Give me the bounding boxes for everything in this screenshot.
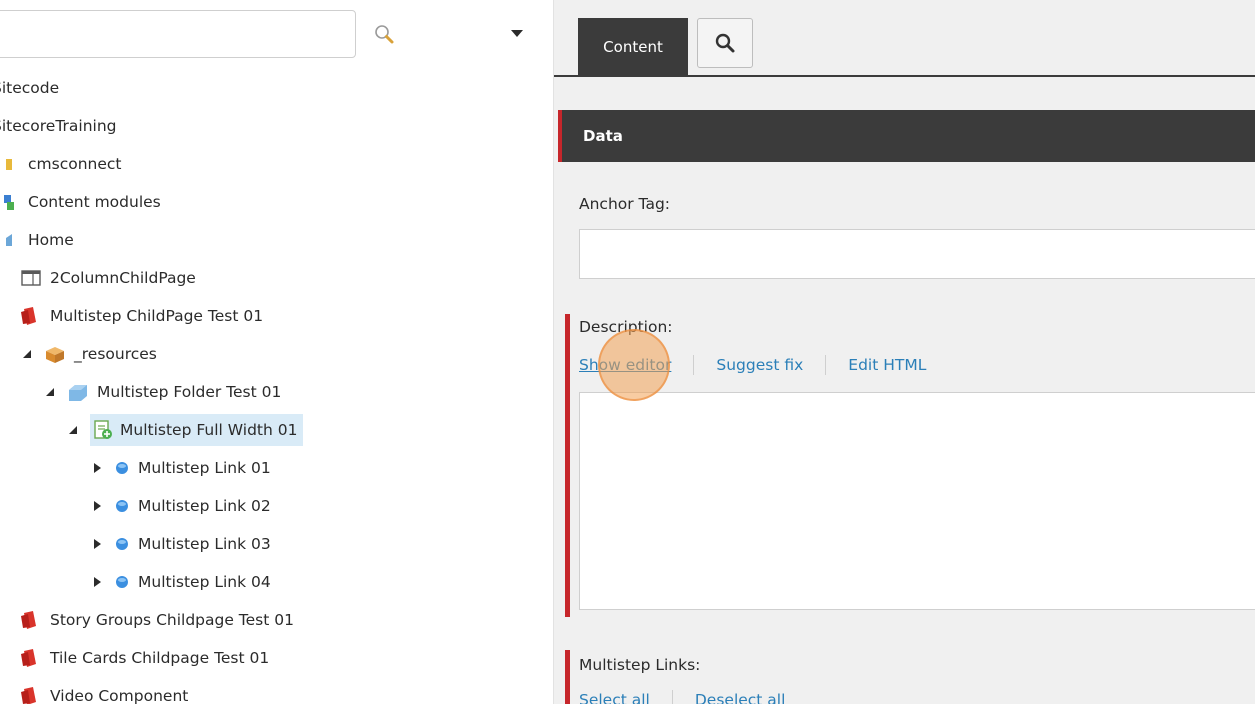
editor-tabbar: Content (554, 0, 1255, 77)
multistep-links-actions: Select all Deselect all (579, 690, 785, 704)
tree-item[interactable]: Multistep Link 02 (90, 491, 271, 521)
tree-item-label: Home (28, 231, 74, 249)
red-page-icon (20, 685, 42, 704)
tree-item-selected[interactable]: Multistep Full Width 01 (66, 413, 304, 447)
tree-item-label: Story Groups Childpage Test 01 (50, 611, 294, 629)
tree-search-input[interactable] (0, 10, 356, 58)
search-options-dropdown[interactable] (505, 22, 529, 46)
home-icon (4, 229, 16, 251)
separator (693, 355, 695, 375)
red-page-icon (20, 647, 42, 669)
expand-arrow-icon[interactable] (90, 462, 104, 474)
section-title: Data (583, 127, 623, 145)
tree-item[interactable]: Video Component (20, 681, 188, 704)
expand-arrow-icon[interactable] (90, 576, 104, 588)
tree-item[interactable]: Multistep Link 04 (90, 567, 271, 597)
tree-item[interactable]: Sitecode (0, 73, 59, 103)
tab-content-label: Content (603, 38, 663, 56)
tab-search[interactable] (697, 18, 753, 68)
deselect-all-link[interactable]: Deselect all (695, 691, 786, 704)
tree-item-label: Multistep Link 03 (138, 535, 271, 553)
collapse-arrow-icon[interactable] (66, 425, 80, 435)
show-editor-link[interactable]: Show editor (579, 356, 671, 374)
required-field-indicator (565, 314, 570, 617)
red-page-icon (20, 305, 42, 327)
anchor-tag-input[interactable] (579, 229, 1255, 279)
tree-item-label: Multistep Link 04 (138, 573, 271, 591)
content-tree-pane: Sitecode SitecoreTraining cmsconnect (0, 0, 553, 704)
tree-item[interactable]: cmsconnect (4, 149, 121, 179)
tree-item-label: Multistep Link 02 (138, 497, 271, 515)
tree-item[interactable]: _resources (20, 339, 157, 369)
tabbar-underline (554, 75, 1255, 77)
caret-down-icon (511, 30, 523, 37)
tree-item[interactable]: Content modules (4, 187, 161, 217)
description-rich-text-area[interactable] (579, 392, 1255, 610)
tree-item-label: cmsconnect (28, 155, 122, 173)
expand-arrow-icon[interactable] (90, 538, 104, 550)
tree-item[interactable]: Multistep ChildPage Test 01 (20, 301, 263, 331)
magnifier-icon (715, 33, 735, 53)
tree-item[interactable]: Tile Cards Childpage Test 01 (20, 643, 269, 673)
tab-content[interactable]: Content (578, 18, 688, 76)
blue-dot-icon (114, 571, 130, 593)
tree-item-label: Multistep ChildPage Test 01 (50, 307, 264, 325)
blue-dot-icon (114, 495, 130, 517)
separator (671, 690, 673, 704)
blue-folder-icon (67, 381, 89, 403)
tree-item-label: Sitecode (0, 79, 60, 97)
edit-html-link[interactable]: Edit HTML (848, 356, 926, 374)
tree-item-label: Tile Cards Childpage Test 01 (50, 649, 270, 667)
app-root: Sitecode SitecoreTraining cmsconnect (0, 0, 1255, 704)
selected-item-highlight: Multistep Full Width 01 (90, 414, 304, 446)
tree-item-label: Content modules (28, 193, 161, 211)
editor-pane: Content Data Anchor Tag: Description: Sh… (554, 0, 1255, 704)
tree-item-label: Multistep Link 01 (138, 459, 271, 477)
modules-icon (4, 191, 16, 213)
layout-icon (20, 267, 42, 289)
tree-item[interactable]: Multistep Folder Test 01 (43, 377, 281, 407)
tree-item-label: Multistep Folder Test 01 (97, 383, 282, 401)
tree-item[interactable]: Home (4, 225, 74, 255)
blue-dot-icon (114, 457, 130, 479)
separator (825, 355, 827, 375)
description-actions: Show editor Suggest fix Edit HTML (579, 355, 926, 375)
tree-item[interactable]: 2ColumnChildPage (20, 263, 196, 293)
multistep-links-label: Multistep Links: (579, 656, 701, 674)
green-doc-icon (92, 419, 114, 441)
folder-icon (4, 153, 14, 175)
collapse-arrow-icon[interactable] (20, 349, 34, 359)
search-button[interactable] (368, 18, 400, 50)
tree-item-label: 2ColumnChildPage (50, 269, 196, 287)
red-page-icon (20, 609, 42, 631)
tree-item[interactable]: Multistep Link 03 (90, 529, 271, 559)
expand-arrow-icon[interactable] (90, 500, 104, 512)
description-label: Description: (579, 318, 673, 336)
tree-item-label: Video Component (50, 687, 189, 704)
tree-item-label: SitecoreTraining (0, 117, 117, 135)
section-header-data[interactable]: Data (558, 110, 1255, 162)
tree-item[interactable]: Multistep Link 01 (90, 453, 271, 483)
collapse-arrow-icon[interactable] (43, 387, 57, 397)
tree-item-label: _resources (74, 345, 157, 363)
required-field-indicator (565, 650, 570, 704)
select-all-link[interactable]: Select all (579, 691, 650, 704)
tree-item[interactable]: Story Groups Childpage Test 01 (20, 605, 294, 635)
anchor-tag-label: Anchor Tag: (579, 195, 671, 213)
suggest-fix-link[interactable]: Suggest fix (716, 356, 803, 374)
box-icon (44, 343, 66, 365)
search-icon (375, 25, 394, 44)
tree-item[interactable]: SitecoreTraining (0, 111, 117, 141)
blue-dot-icon (114, 533, 130, 555)
tree-item-label: Multistep Full Width 01 (120, 421, 298, 439)
